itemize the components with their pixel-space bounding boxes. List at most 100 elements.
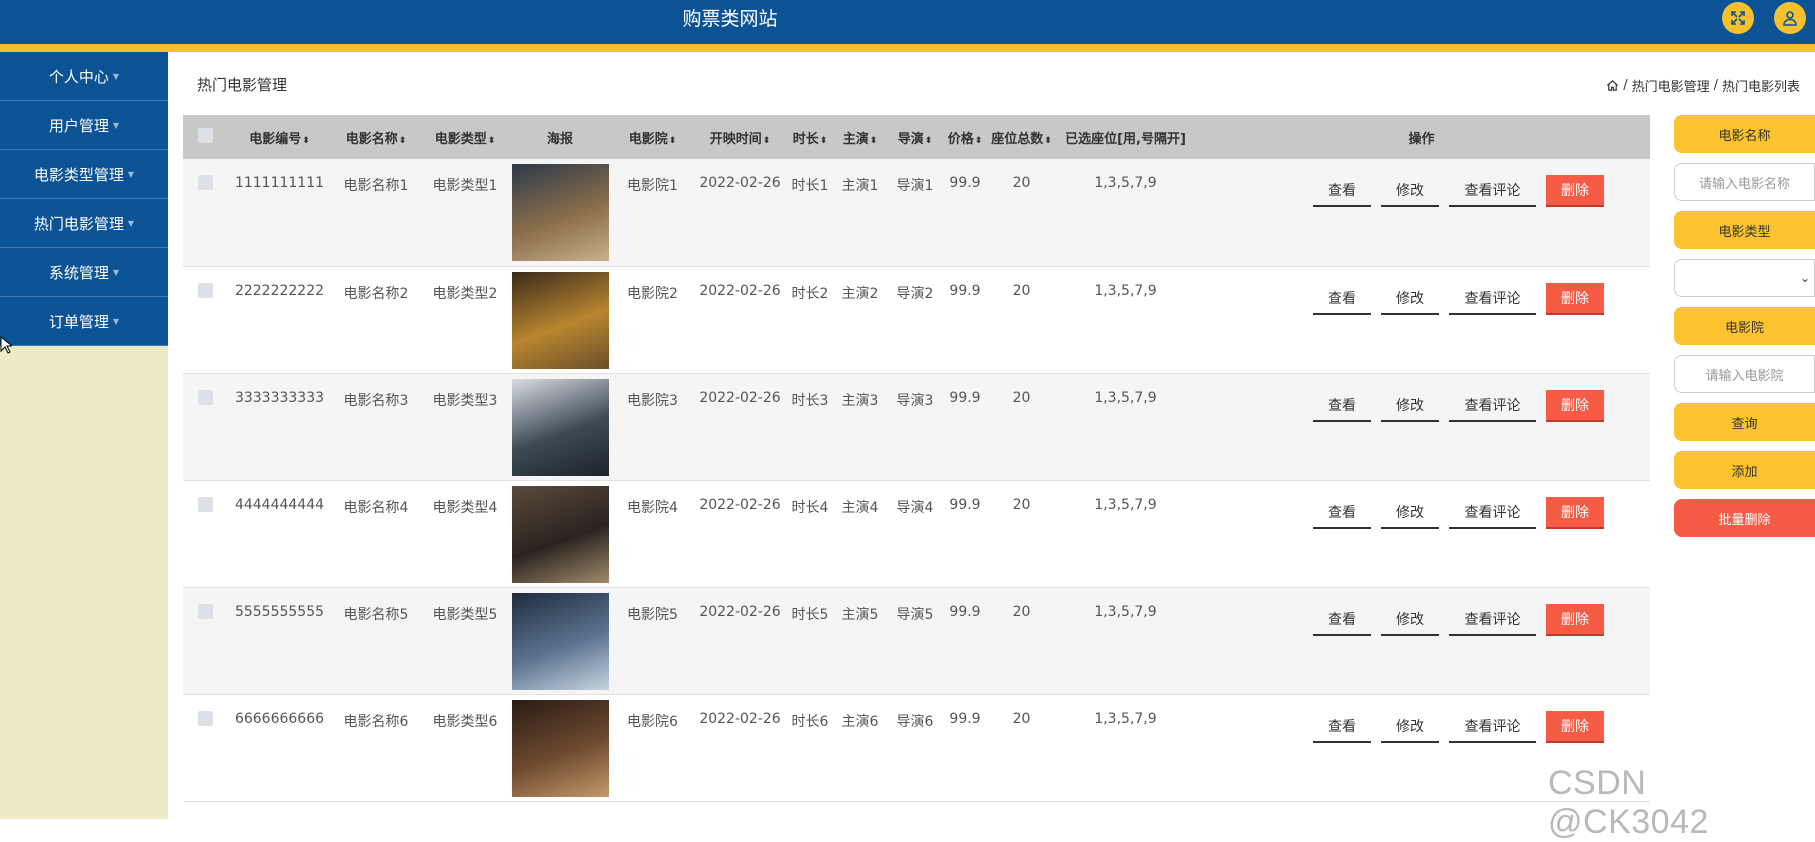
delete-button[interactable]: 删除 — [1546, 389, 1604, 422]
cell-price: 99.9 — [949, 389, 981, 406]
movie-name-input[interactable]: 请输入电影名称 — [1674, 163, 1815, 201]
edit-button[interactable]: 修改 — [1381, 390, 1439, 422]
query-button[interactable]: 查询 — [1674, 403, 1815, 441]
sort-icon: ⬍ — [1044, 135, 1052, 146]
cell-cinema: 电影院2 — [627, 285, 678, 302]
breadcrumb-separator: / — [1623, 78, 1628, 93]
sidebar-item-user-management[interactable]: 用户管理 ▼ — [0, 101, 168, 150]
cell-name: 电影名称5 — [343, 606, 409, 623]
cell-cinema: 电影院4 — [627, 499, 678, 516]
table-row: 6666666666 电影名称6 电影类型6 电影院6 2022-02-26 时长6 主演6… — [183, 694, 1650, 801]
cell-selected-seats: 1,3,5,7,9 — [1094, 389, 1157, 406]
cell-duration: 时长6 — [791, 713, 829, 730]
sidebar-item-order-management[interactable]: 订单管理 ▼ — [0, 297, 168, 346]
row-checkbox[interactable] — [197, 710, 213, 726]
edit-button[interactable]: 修改 — [1381, 283, 1439, 315]
sidebar-item-hot-movie-management[interactable]: 热门电影管理 ▼ — [0, 199, 168, 248]
edit-button[interactable]: 修改 — [1381, 175, 1439, 207]
add-button[interactable]: 添加 — [1674, 451, 1815, 489]
view-button[interactable]: 查看 — [1313, 497, 1371, 529]
movie-poster-image — [511, 485, 609, 583]
column-header[interactable]: 电影编号⬍ — [227, 115, 332, 159]
user-button[interactable] — [1774, 2, 1806, 34]
view-comments-button[interactable]: 查看评论 — [1449, 497, 1536, 529]
sidebar-item-label: 个人中心 — [48, 67, 109, 86]
edit-button[interactable]: 修改 — [1381, 711, 1439, 743]
column-header[interactable]: 主演⬍ — [835, 115, 885, 159]
column-header[interactable]: 导演⬍ — [885, 115, 945, 159]
view-button[interactable]: 查看 — [1313, 604, 1371, 636]
batch-delete-button[interactable]: 批量删除 — [1674, 499, 1815, 537]
view-button[interactable]: 查看 — [1313, 283, 1371, 315]
sidebar-item-label: 订单管理 — [48, 312, 109, 331]
movie-poster-image — [511, 592, 609, 690]
row-checkbox[interactable] — [197, 389, 213, 405]
table-header-row: 电影编号⬍ 电影名称⬍ 电影类型⬍ 海报 电影院⬍ 开映时间⬍ 时长⬍ 主演⬍ … — [183, 115, 1650, 159]
row-checkbox[interactable] — [197, 282, 213, 298]
select-all-checkbox[interactable] — [197, 127, 213, 143]
column-header: 操作 — [1408, 131, 1435, 147]
movie-name-label: 电影名称 — [1674, 115, 1815, 153]
cell-duration: 时长3 — [791, 392, 829, 409]
view-comments-button[interactable]: 查看评论 — [1449, 604, 1536, 636]
delete-button[interactable]: 删除 — [1546, 282, 1604, 315]
row-checkbox[interactable] — [197, 603, 213, 619]
cell-selected-seats: 1,3,5,7,9 — [1094, 282, 1157, 299]
cell-id: 5555555555 — [234, 603, 325, 620]
cell-duration: 时长1 — [791, 178, 829, 194]
column-header[interactable]: 座位总数⬍ — [985, 115, 1058, 159]
edit-button[interactable]: 修改 — [1381, 604, 1439, 636]
row-actions: 查看 修改 查看评论 删除 — [1193, 282, 1650, 315]
cell-cinema: 电影院3 — [627, 392, 678, 409]
fullscreen-icon — [1731, 11, 1745, 25]
sort-icon: ⬍ — [869, 135, 878, 146]
sidebar-item-label: 热门电影管理 — [33, 214, 124, 233]
view-comments-button[interactable]: 查看评论 — [1449, 390, 1536, 422]
view-button[interactable]: 查看 — [1313, 175, 1371, 207]
delete-button[interactable]: 删除 — [1546, 496, 1604, 529]
breadcrumb: / 热门电影管理 / 热门电影列表 — [1606, 76, 1800, 95]
cell-name: 电影名称6 — [343, 713, 409, 730]
sort-icon: ⬍ — [924, 135, 933, 146]
column-header[interactable]: 开映时间⬍ — [695, 115, 785, 159]
view-comments-button[interactable]: 查看评论 — [1449, 283, 1536, 315]
cell-seat-total: 20 — [1012, 710, 1031, 727]
delete-button[interactable]: 删除 — [1546, 710, 1604, 743]
fullscreen-button[interactable] — [1722, 2, 1754, 34]
cell-duration: 时长2 — [791, 285, 829, 302]
edit-button[interactable]: 修改 — [1381, 497, 1439, 529]
view-comments-button[interactable]: 查看评论 — [1449, 175, 1536, 207]
view-button[interactable]: 查看 — [1313, 390, 1371, 422]
cell-selected-seats: 1,3,5,7,9 — [1094, 496, 1157, 513]
table-row: 4444444444 电影名称4 电影类型4 电影院4 2022-02-26 时长4 主演4… — [183, 480, 1650, 587]
sidebar-item-movie-type-management[interactable]: 电影类型管理 ▼ — [0, 150, 168, 199]
cell-cinema: 电影院5 — [627, 606, 678, 623]
row-actions: 查看 修改 查看评论 删除 — [1193, 175, 1650, 207]
column-header[interactable]: 时长⬍ — [785, 115, 835, 159]
sidebar-item-personal-center[interactable]: 个人中心 ▼ — [0, 52, 168, 101]
sidebar-item-system-management[interactable]: 系统管理 ▼ — [0, 248, 168, 297]
cell-duration: 时长4 — [791, 499, 829, 516]
view-comments-button[interactable]: 查看评论 — [1449, 711, 1536, 743]
cell-seat-total: 20 — [1012, 389, 1031, 406]
breadcrumb-item-hot-movie-management[interactable]: 热门电影管理 — [1632, 76, 1710, 95]
column-header[interactable]: 电影院⬍ — [610, 115, 695, 159]
column-header[interactable]: 电影名称⬍ — [332, 115, 420, 159]
view-button[interactable]: 查看 — [1313, 711, 1371, 743]
column-header[interactable]: 电影类型⬍ — [420, 115, 510, 159]
cell-price: 99.9 — [949, 175, 981, 191]
table-row: 5555555555 电影名称5 电影类型5 电影院5 2022-02-26 时长5 主演5… — [183, 587, 1650, 694]
movie-type-select[interactable]: ⌄ — [1674, 259, 1815, 297]
watermark: CSDN @CK3042 — [1548, 764, 1709, 841]
cell-start-time: 2022-02-26 — [699, 282, 781, 299]
column-header[interactable]: 价格⬍ — [945, 115, 985, 159]
column-header: 已选座位[用,号隔开] — [1065, 131, 1186, 147]
row-checkbox[interactable] — [197, 175, 213, 190]
row-actions: 查看 修改 查看评论 删除 — [1193, 389, 1650, 422]
delete-button[interactable]: 删除 — [1546, 603, 1604, 636]
cinema-input[interactable]: 请输入电影院 — [1674, 355, 1815, 393]
home-icon[interactable] — [1606, 79, 1619, 92]
cell-selected-seats: 1,3,5,7,9 — [1094, 603, 1157, 620]
row-checkbox[interactable] — [197, 496, 213, 512]
delete-button[interactable]: 删除 — [1546, 175, 1604, 207]
